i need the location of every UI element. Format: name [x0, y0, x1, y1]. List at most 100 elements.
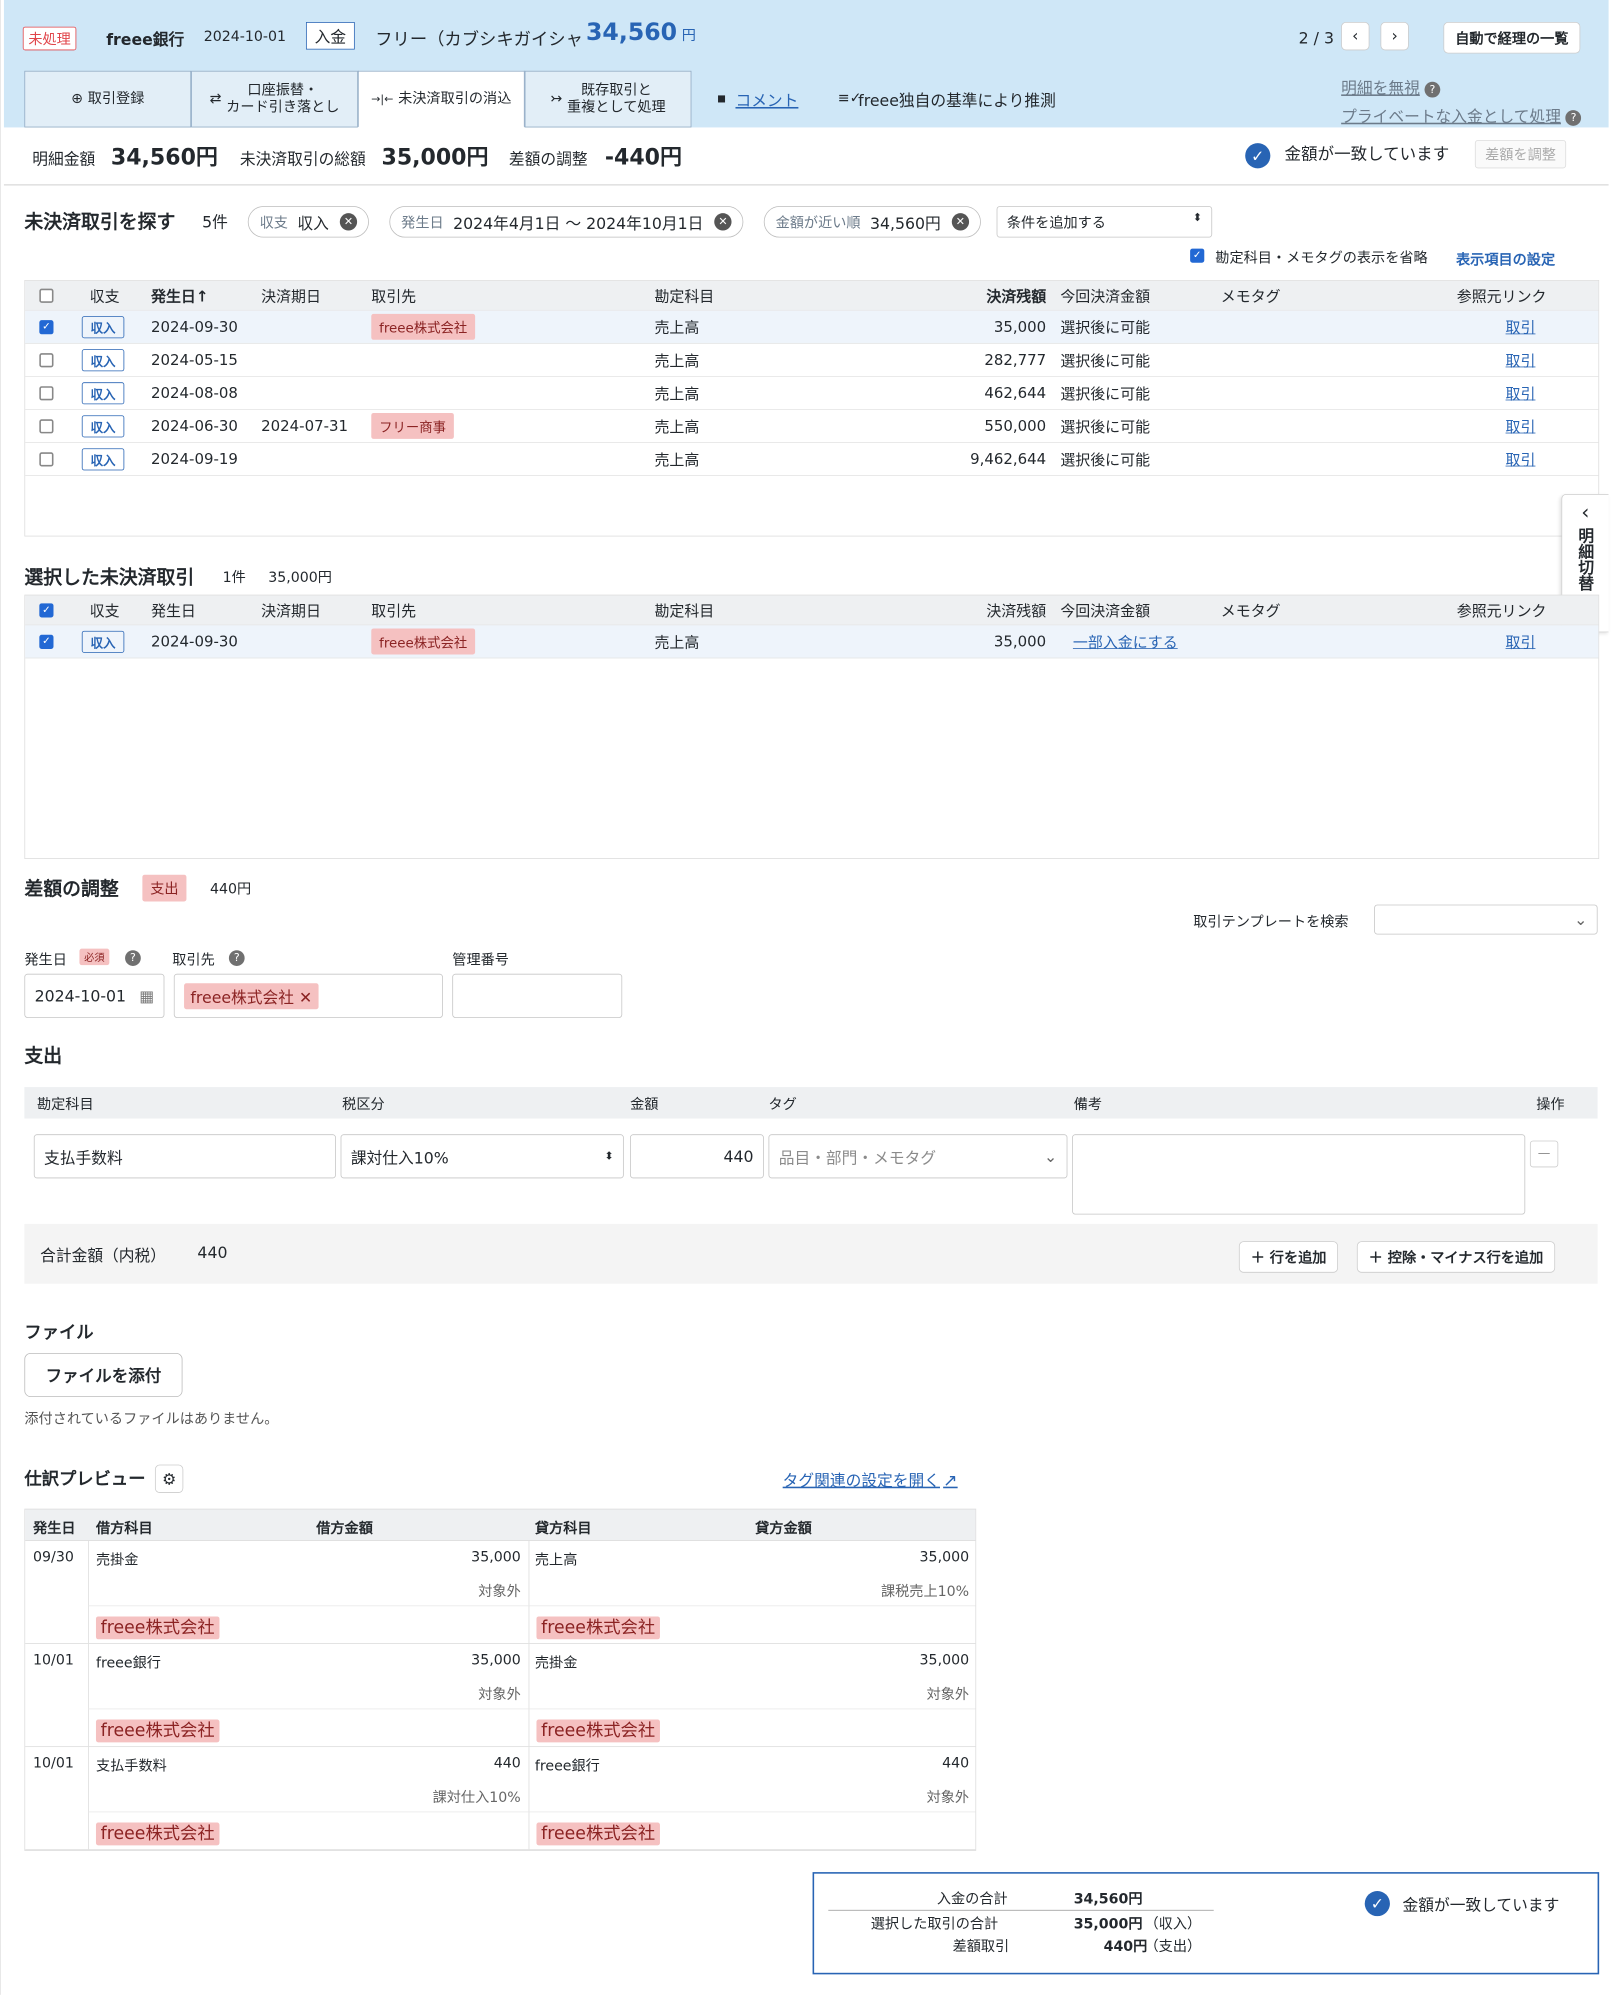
template-search[interactable]: ⌄ [1374, 904, 1598, 935]
debit-tax: 課対仕入10% [432, 1789, 521, 1807]
credit-account: 売上高 [534, 1551, 578, 1569]
partner-input[interactable]: freee株式会社 ✕ [173, 973, 443, 1018]
partner-tag: freee株式会社 [95, 1822, 220, 1846]
add-minus-row-button[interactable]: ＋ 控除・マイナス行を追加 [1356, 1241, 1556, 1273]
select-all-checkbox[interactable]: ✓ [39, 602, 54, 618]
balance-cell: 550,000 [984, 417, 1047, 435]
sort-date[interactable]: 発生日↑ [151, 281, 208, 310]
row-checkbox[interactable]: ✓ [39, 319, 54, 334]
source-link[interactable]: 取引 [1506, 410, 1536, 442]
partner-label: 取引先 [172, 951, 215, 969]
select-all-checkbox[interactable] [39, 288, 54, 303]
no-files-text: 添付されているファイルはありません。 [24, 1411, 279, 1428]
filter-date[interactable]: 発生日 2024年4月1日 〜 2024年10月1日 ✕ [389, 206, 744, 238]
remove-icon[interactable]: ✕ [299, 988, 312, 1007]
table-row[interactable]: 収入 2024-06-30 2024-07-31 フリー商事 売上高 550,000 選択後… [25, 410, 1599, 443]
attach-file-button[interactable]: ファイルを添付 [24, 1352, 183, 1398]
row-checkbox[interactable]: ✓ [39, 634, 54, 649]
ignore-link[interactable]: 明細を無視? [1341, 76, 1441, 99]
table-row[interactable]: ✓ 収入 2024-09-30 freee株式会社 売上高 35,000 選択後に可能 取引 [25, 310, 1599, 344]
selected-sum-label: 選択した取引の合計 [870, 1916, 999, 1933]
filter-kind[interactable]: 収支 収入 ✕ [247, 206, 369, 238]
tab-transfer[interactable]: ⇄ 口座振替・ カード引き落とし [191, 70, 358, 128]
row-checkbox[interactable] [39, 418, 54, 434]
partner-tag: freee株式会社 [95, 1616, 220, 1640]
kind-badge: 収入 [81, 414, 125, 437]
comment-link[interactable]: コメント [735, 88, 798, 111]
credit-amount: 440 [942, 1754, 970, 1772]
prev-button[interactable]: ‹ [1341, 22, 1370, 51]
add-condition-select[interactable]: 条件を追加する ⬍ [996, 206, 1213, 238]
remove-row-button[interactable]: — [1529, 1140, 1559, 1168]
help-icon[interactable]: ? [1424, 81, 1441, 98]
source-link[interactable]: 取引 [1506, 344, 1536, 376]
debit-tax: 対象外 [478, 1583, 521, 1600]
source-link[interactable]: 取引 [1506, 377, 1536, 409]
account-cell: 売上高 [654, 352, 700, 370]
due-cell: 2024-07-31 [261, 417, 349, 435]
statement-amount: 34,560 円 [586, 18, 696, 47]
balance-cell: 282,777 [984, 351, 1047, 369]
debit-amount: 35,000 [471, 1548, 521, 1566]
expense-account-input[interactable]: 支払手数料 [33, 1134, 336, 1179]
close-icon[interactable]: ✕ [951, 213, 970, 231]
adjust-diff-button[interactable]: 差額を調整 [1474, 140, 1567, 169]
omit-checkbox[interactable]: ✓ [1190, 248, 1205, 263]
page: 未処理 freee銀行 2024-10-01 入金 フリー（カブシキガイシャ 3… [0, 0, 1613, 1995]
partner-tag: freee株式会社 [536, 1616, 660, 1640]
merge-icon: →|← [371, 92, 394, 106]
source-link[interactable]: 取引 [1506, 625, 1536, 657]
credit-tax: 対象外 [926, 1686, 970, 1703]
row-checkbox[interactable] [39, 385, 54, 400]
expense-header: 勘定科目 税区分 金額 タグ 備考 操作 [24, 1087, 1598, 1119]
memo-textarea[interactable] [1072, 1134, 1526, 1215]
help-icon[interactable]: ? [228, 950, 245, 966]
private-link[interactable]: プライベートな入金として処理? [1341, 104, 1582, 127]
selected-title: 選択した未決済取引 [24, 566, 195, 589]
tab-duplicate[interactable]: ↣ 既存取引と 重複として処理 [524, 70, 692, 128]
table-row[interactable]: 収入 2024-05-15 売上高 282,777 選択後に可能 取引 [25, 344, 1599, 377]
tax-select[interactable]: 課対仕入10% ⬍ [340, 1134, 624, 1179]
filter-amount[interactable]: 金額が近い順 34,560円 ✕ [763, 206, 981, 238]
tag-select[interactable]: 品目・部門・メモタグ ⌄ [768, 1134, 1068, 1179]
debit-tax: 対象外 [478, 1686, 521, 1703]
table-row[interactable]: 収入 2024-08-08 売上高 462,644 選択後に可能 取引 [25, 377, 1599, 410]
source-link[interactable]: 取引 [1506, 443, 1536, 475]
date-input[interactable]: 2024-10-01 ▦ [24, 973, 165, 1018]
tab-settle[interactable]: →|← 未決済取引の消込 [357, 70, 525, 128]
next-button[interactable]: › [1380, 22, 1409, 51]
diff-sum-label: 差額取引 [952, 1938, 1010, 1955]
tag-settings-link[interactable]: タグ関連の設定を開く ↗ [783, 1468, 958, 1491]
date-cell: 2024-09-30 [151, 318, 238, 336]
pay-cell: 選択後に可能 [1060, 385, 1151, 403]
auto-list-button[interactable]: 自動で経理の一覧 [1443, 22, 1581, 54]
help-icon[interactable]: ? [1565, 109, 1582, 126]
plus-icon: ＋ [1250, 1249, 1265, 1267]
gear-icon[interactable]: ⚙ [154, 1464, 184, 1493]
debit-account: freee銀行 [95, 1655, 161, 1672]
expense-amount-input[interactable]: 440 [630, 1134, 764, 1179]
date-cell: 2024-09-19 [151, 450, 238, 468]
match-text: 金額が一致しています [1284, 144, 1450, 164]
journal-date: 10/01 [33, 1754, 74, 1772]
display-settings-link[interactable]: 表示項目の設定 [1456, 249, 1555, 269]
mgmt-number-input[interactable] [452, 973, 623, 1018]
close-icon[interactable]: ✕ [339, 213, 358, 231]
row-checkbox[interactable] [39, 352, 54, 367]
close-icon[interactable]: ✕ [714, 213, 732, 231]
debit-account: 支払手数料 [95, 1758, 167, 1775]
help-icon[interactable]: ? [125, 950, 141, 966]
date-cell: 2024-05-15 [151, 351, 238, 369]
table-row[interactable]: ✓ 収入 2024-09-30 freee株式会社 売上高 35,000 一部入… [25, 625, 1599, 659]
journal-title: 仕訳プレビュー [24, 1469, 146, 1490]
partial-payment-link[interactable]: 一部入金にする [1073, 625, 1178, 657]
diff-sum-value: 440円 [1103, 1938, 1148, 1955]
row-checkbox[interactable] [39, 451, 54, 467]
comment-icon: ▪ [716, 89, 727, 107]
chevron-down-icon: ⌄ [1044, 1146, 1058, 1166]
calendar-icon[interactable]: ▦ [139, 986, 154, 1005]
table-row[interactable]: 収入 2024-09-19 売上高 9,462,644 選択後に可能 取引 [25, 443, 1599, 476]
source-link[interactable]: 取引 [1506, 311, 1536, 343]
add-row-button[interactable]: ＋ 行を追加 [1238, 1241, 1339, 1273]
tab-register[interactable]: ⊕ 取引登録 [24, 70, 192, 128]
